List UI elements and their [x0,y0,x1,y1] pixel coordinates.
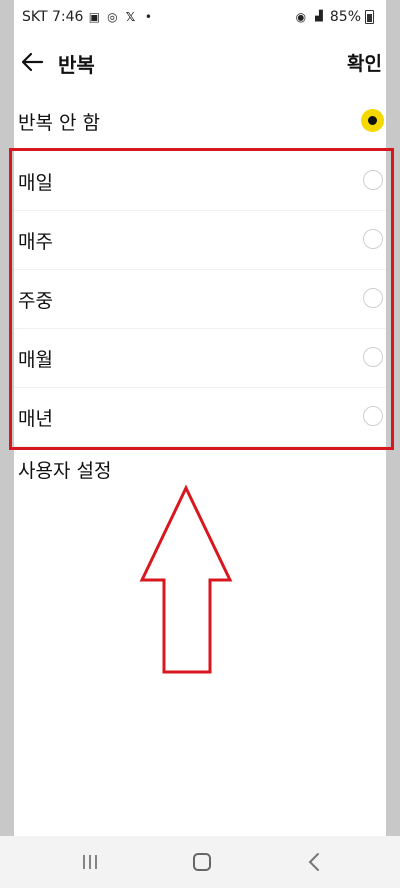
location-icon: ◎ [107,10,118,24]
recent-apps-button[interactable] [76,848,104,876]
back-arrow-icon [21,52,44,72]
back-button[interactable] [18,48,46,76]
up-arrow-annotation [139,484,233,674]
x-app-icon: 𝕏 [125,10,136,24]
option-custom[interactable]: 사용자 설정 [14,452,386,488]
more-notifications-icon: • [144,10,152,24]
nav-back-button[interactable] [300,848,328,876]
confirm-button[interactable]: 확인 [347,49,382,76]
back-icon [308,853,319,871]
battery-icon [365,10,374,24]
status-left: SKT 7:46 ▣ ◎ 𝕏 • [22,9,155,25]
page-title: 반복 [58,53,95,77]
gallery-icon: ▣ [88,10,101,24]
home-icon [193,853,211,871]
hotspot-icon: ◉ [295,10,307,24]
signal-icon: ▟ [315,11,323,22]
custom-label: 사용자 설정 [18,460,112,482]
home-button[interactable] [188,848,216,876]
header: 반복 확인 [14,36,386,88]
carrier-time: SKT 7:46 [22,9,84,25]
status-right: ◉ ▟ 85% [294,9,374,25]
status-bar: SKT 7:46 ▣ ◎ 𝕏 • ◉ ▟ 85% [14,0,386,36]
highlight-box-annotation [9,148,394,450]
option-label: 반복 안 함 [18,112,100,134]
navigation-bar [0,836,400,888]
radio-selected[interactable] [361,109,384,132]
battery-percent: 85% [329,9,361,25]
recent-apps-icon [83,855,97,869]
option-no-repeat[interactable]: 반복 안 함 [14,92,386,152]
